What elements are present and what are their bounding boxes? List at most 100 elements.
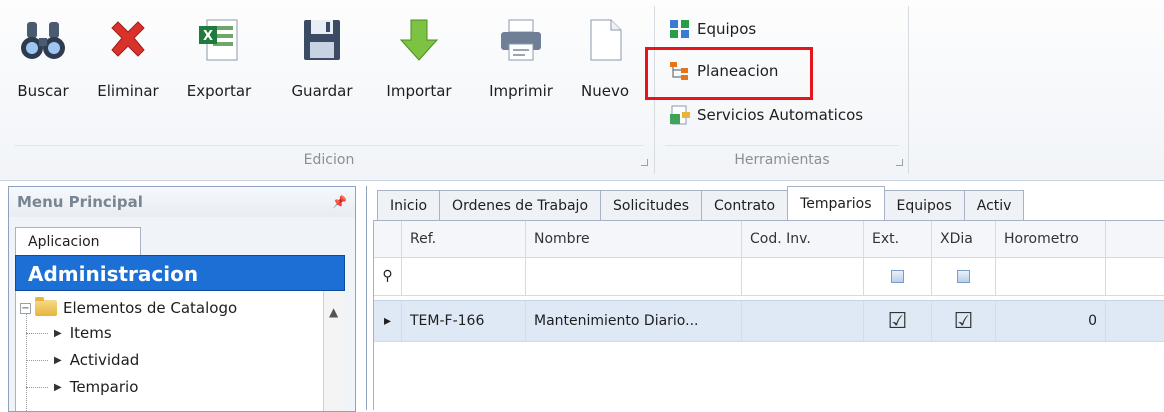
cell-ext[interactable]: ☑	[864, 301, 932, 341]
services-icon	[670, 105, 690, 125]
filter-xdia[interactable]	[932, 257, 996, 295]
imprimir-label: Imprimir	[489, 82, 553, 100]
group-divider	[908, 6, 909, 174]
tree-node-tempario[interactable]: ▶ Tempario	[26, 378, 138, 396]
dialog-launcher-icon[interactable]	[641, 159, 648, 166]
cell-ref[interactable]: TEM-F-166	[402, 301, 526, 341]
excel-icon: X	[199, 19, 238, 61]
filter-ext[interactable]	[864, 257, 932, 295]
tab-ordenes-de-trabajo[interactable]: Ordenes de Trabajo	[439, 190, 602, 220]
tree-connector	[26, 359, 48, 361]
tree-node-label: Items	[69, 324, 112, 342]
exportar-button[interactable]: X Exportar	[176, 16, 262, 100]
blank-document-icon	[590, 19, 622, 61]
triangle-right-icon: ▶	[54, 381, 62, 393]
filter-checkbox[interactable]	[891, 269, 904, 283]
binoculars-icon	[21, 22, 65, 59]
filter-icon: ⚲	[374, 257, 402, 295]
equipos-button[interactable]: Equipos	[669, 18, 756, 40]
group-label-herramientas: Herramientas	[734, 152, 830, 168]
servicios-automaticos-label: Servicios Automaticos	[697, 106, 864, 124]
tab-actividad[interactable]: Activ	[963, 190, 1025, 220]
filter-horometro[interactable]	[996, 257, 1106, 295]
nuevo-label: Nuevo	[580, 82, 629, 100]
equipos-label: Equipos	[697, 20, 757, 38]
tree-node-label: Actividad	[69, 351, 140, 369]
group-separator	[14, 145, 644, 146]
pin-icon[interactable]: 📌	[332, 195, 347, 209]
ribbon: Buscar Eliminar X Exportar Guardar Impor…	[0, 0, 1164, 181]
column-header-ref[interactable]: Ref.	[402, 221, 526, 257]
filter-ref[interactable]	[402, 257, 526, 295]
planeacion-highlight-box	[645, 47, 813, 100]
group-label-edicion: Edicion	[303, 152, 355, 168]
nuevo-button[interactable]: Nuevo	[572, 16, 638, 100]
tree-node-items[interactable]: ▶ Items	[26, 324, 112, 342]
column-header-nombre[interactable]: Nombre	[526, 221, 742, 257]
cell-horometro[interactable]: 0	[996, 301, 1106, 341]
tab-inicio[interactable]: Inicio	[377, 190, 441, 220]
tree-node-actividad[interactable]: ▶ Actividad	[26, 351, 139, 369]
row-indicator-icon: ▸	[374, 301, 402, 341]
menu-principal-panel: Menu Principal 📌 Aplicacion Administraci…	[8, 186, 356, 412]
filter-checkbox[interactable]	[957, 269, 970, 283]
tab-strip: Inicio Ordenes de Trabajo Solicitudes Co…	[377, 186, 1025, 220]
cell-cod-inv[interactable]	[742, 301, 864, 341]
imprimir-button[interactable]: Imprimir	[478, 16, 564, 100]
buscar-label: Buscar	[17, 82, 69, 100]
triangle-right-icon: ▶	[54, 327, 62, 339]
main-content: Inicio Ordenes de Trabajo Solicitudes Co…	[366, 186, 1164, 410]
grid-filter-row: ⚲	[374, 257, 1164, 296]
buscar-button[interactable]: Buscar	[10, 16, 76, 100]
down-arrow-icon	[399, 19, 439, 61]
guardar-label: Guardar	[291, 82, 353, 100]
tree-node-label: Tempario	[69, 378, 139, 396]
checkmark-icon[interactable]: ☑	[888, 309, 908, 334]
folder-icon	[35, 297, 57, 316]
column-header-xdia[interactable]: XDia	[932, 221, 996, 257]
cell-nombre[interactable]: Mantenimiento Diario...	[526, 301, 742, 341]
tab-solicitudes[interactable]: Solicitudes	[600, 190, 702, 220]
tab-temparios[interactable]: Temparios	[787, 186, 885, 220]
filter-cod-inv[interactable]	[742, 257, 864, 295]
eliminar-label: Eliminar	[97, 82, 159, 100]
table-row[interactable]: ▸ TEM-F-166 Mantenimiento Diario... ☑ ☑ …	[374, 300, 1164, 342]
tree-connector	[26, 386, 48, 388]
scroll-up-icon[interactable]: ▲	[329, 305, 338, 319]
eliminar-button[interactable]: Eliminar	[90, 16, 166, 100]
guardar-button[interactable]: Guardar	[282, 16, 362, 100]
row-indicator-header	[374, 221, 402, 257]
group-separator	[665, 145, 899, 146]
tree-node-label: Elementos de Catalogo	[63, 299, 238, 317]
triangle-right-icon: ▶	[54, 354, 62, 366]
equipment-icon	[670, 20, 689, 38]
tab-aplicacion[interactable]: Aplicacion	[15, 227, 141, 255]
servicios-automaticos-button[interactable]: Servicios Automaticos	[669, 104, 863, 126]
delete-x-icon	[111, 21, 145, 57]
printer-icon	[501, 19, 541, 61]
ribbon-group-edicion: Buscar Eliminar X Exportar Guardar Impor…	[4, 6, 654, 174]
menu-title: Menu Principal	[17, 193, 143, 211]
tree-node-elementos-de-catalogo[interactable]: − Elementos de Catalogo	[20, 297, 238, 317]
section-administracion[interactable]: Administracion	[15, 255, 345, 291]
tree-scrollbar[interactable]: ▲	[323, 291, 346, 411]
svg-text:X: X	[203, 29, 213, 44]
catalog-tree: − Elementos de Catalogo ▶ Items ▶ Activi…	[15, 291, 324, 411]
tab-contrato[interactable]: Contrato	[701, 190, 789, 220]
checkmark-icon[interactable]: ☑	[954, 309, 974, 334]
grid-header-row: Ref. Nombre Cod. Inv. Ext. XDia Horometr…	[374, 221, 1164, 258]
dialog-launcher-icon[interactable]	[896, 159, 903, 166]
temparios-grid: Ref. Nombre Cod. Inv. Ext. XDia Horometr…	[373, 220, 1164, 410]
exportar-label: Exportar	[186, 82, 252, 100]
collapse-icon[interactable]: −	[20, 302, 31, 314]
tab-equipos[interactable]: Equipos	[883, 190, 965, 220]
importar-button[interactable]: Importar	[376, 16, 462, 100]
importar-label: Importar	[386, 82, 452, 100]
cell-xdia[interactable]: ☑	[932, 301, 996, 341]
column-header-horometro[interactable]: Horometro	[996, 221, 1106, 257]
menu-header: Menu Principal 📌	[9, 187, 355, 217]
column-header-ext[interactable]: Ext.	[864, 221, 932, 257]
column-header-cod-inv[interactable]: Cod. Inv.	[742, 221, 864, 257]
filter-nombre[interactable]	[526, 257, 742, 295]
floppy-disk-icon	[304, 20, 340, 60]
